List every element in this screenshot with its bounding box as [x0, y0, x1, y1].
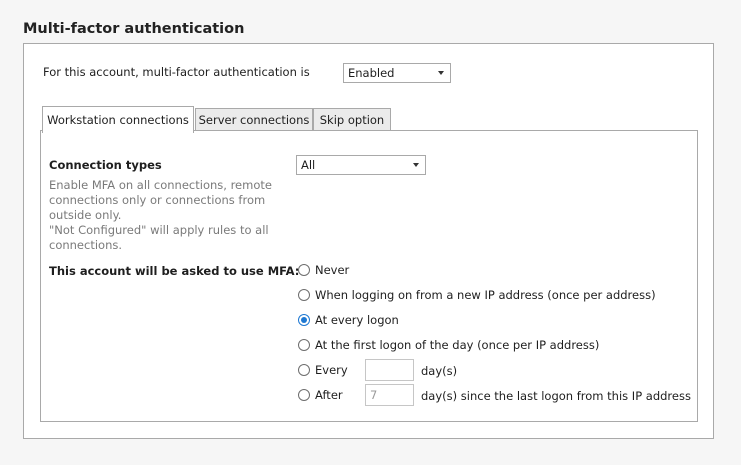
workstation-tab-panel: Connection types Enable MFA on all conne…: [40, 130, 698, 422]
tab-label: Workstation connections: [47, 113, 189, 127]
chevron-down-icon: [413, 163, 419, 167]
connection-types-select[interactable]: All: [296, 155, 426, 175]
radio-button[interactable]: [298, 289, 310, 301]
help-line: "Not Configured" will apply rules to all: [49, 223, 269, 237]
radio-button[interactable]: [298, 389, 310, 401]
help-line: Enable MFA on all connections, remote: [49, 178, 272, 192]
tab-skip-option[interactable]: Skip option: [313, 108, 391, 131]
tab-label: Skip option: [319, 113, 385, 127]
connection-types-title: Connection types: [49, 158, 162, 172]
radio-label: Every: [315, 363, 348, 377]
radio-after-n-days[interactable]: After: [298, 387, 343, 403]
connection-types-select-value: All: [301, 158, 316, 172]
radio-button[interactable]: [298, 364, 310, 376]
radio-label: At every logon: [315, 313, 399, 327]
section-title: Multi-factor authentication: [23, 21, 245, 37]
radio-label: After: [315, 388, 343, 402]
help-line: outside only.: [49, 208, 122, 222]
radio-button[interactable]: [298, 339, 310, 351]
tab-workstation-connections[interactable]: Workstation connections: [42, 106, 194, 133]
radio-button-checked[interactable]: [298, 314, 310, 326]
every-days-input[interactable]: [365, 359, 414, 381]
radio-first-logon-of-day[interactable]: At the first logon of the day (once per …: [298, 337, 599, 353]
radio-every-n-days[interactable]: Every: [298, 362, 348, 378]
radio-button[interactable]: [298, 264, 310, 276]
connection-types-help: Enable MFA on all connections, remote co…: [49, 178, 274, 253]
radio-label: When logging on from a new IP address (o…: [315, 288, 656, 302]
radio-every-logon[interactable]: At every logon: [298, 312, 399, 328]
radio-never[interactable]: Never: [298, 262, 349, 278]
account-mfa-select[interactable]: Enabled: [343, 63, 451, 83]
radio-new-ip-address[interactable]: When logging on from a new IP address (o…: [298, 287, 656, 303]
account-mfa-select-value: Enabled: [348, 66, 395, 80]
mfa-frequency-label: This account will be asked to use MFA:: [49, 264, 300, 278]
tab-label: Server connections: [198, 113, 310, 127]
every-days-unit: day(s): [421, 364, 458, 378]
account-mfa-label: For this account, multi-factor authentic…: [43, 65, 310, 79]
after-days-input[interactable]: 7: [365, 384, 414, 406]
mfa-group-box: For this account, multi-factor authentic…: [23, 43, 714, 439]
tab-server-connections[interactable]: Server connections: [195, 108, 313, 131]
after-days-unit: day(s) since the last logon from this IP…: [421, 389, 691, 403]
help-line: connections.: [49, 238, 123, 252]
chevron-down-icon: [438, 71, 444, 75]
help-line: connections only or connections from: [49, 193, 266, 207]
radio-label: At the first logon of the day (once per …: [315, 338, 600, 352]
radio-label: Never: [315, 263, 350, 277]
